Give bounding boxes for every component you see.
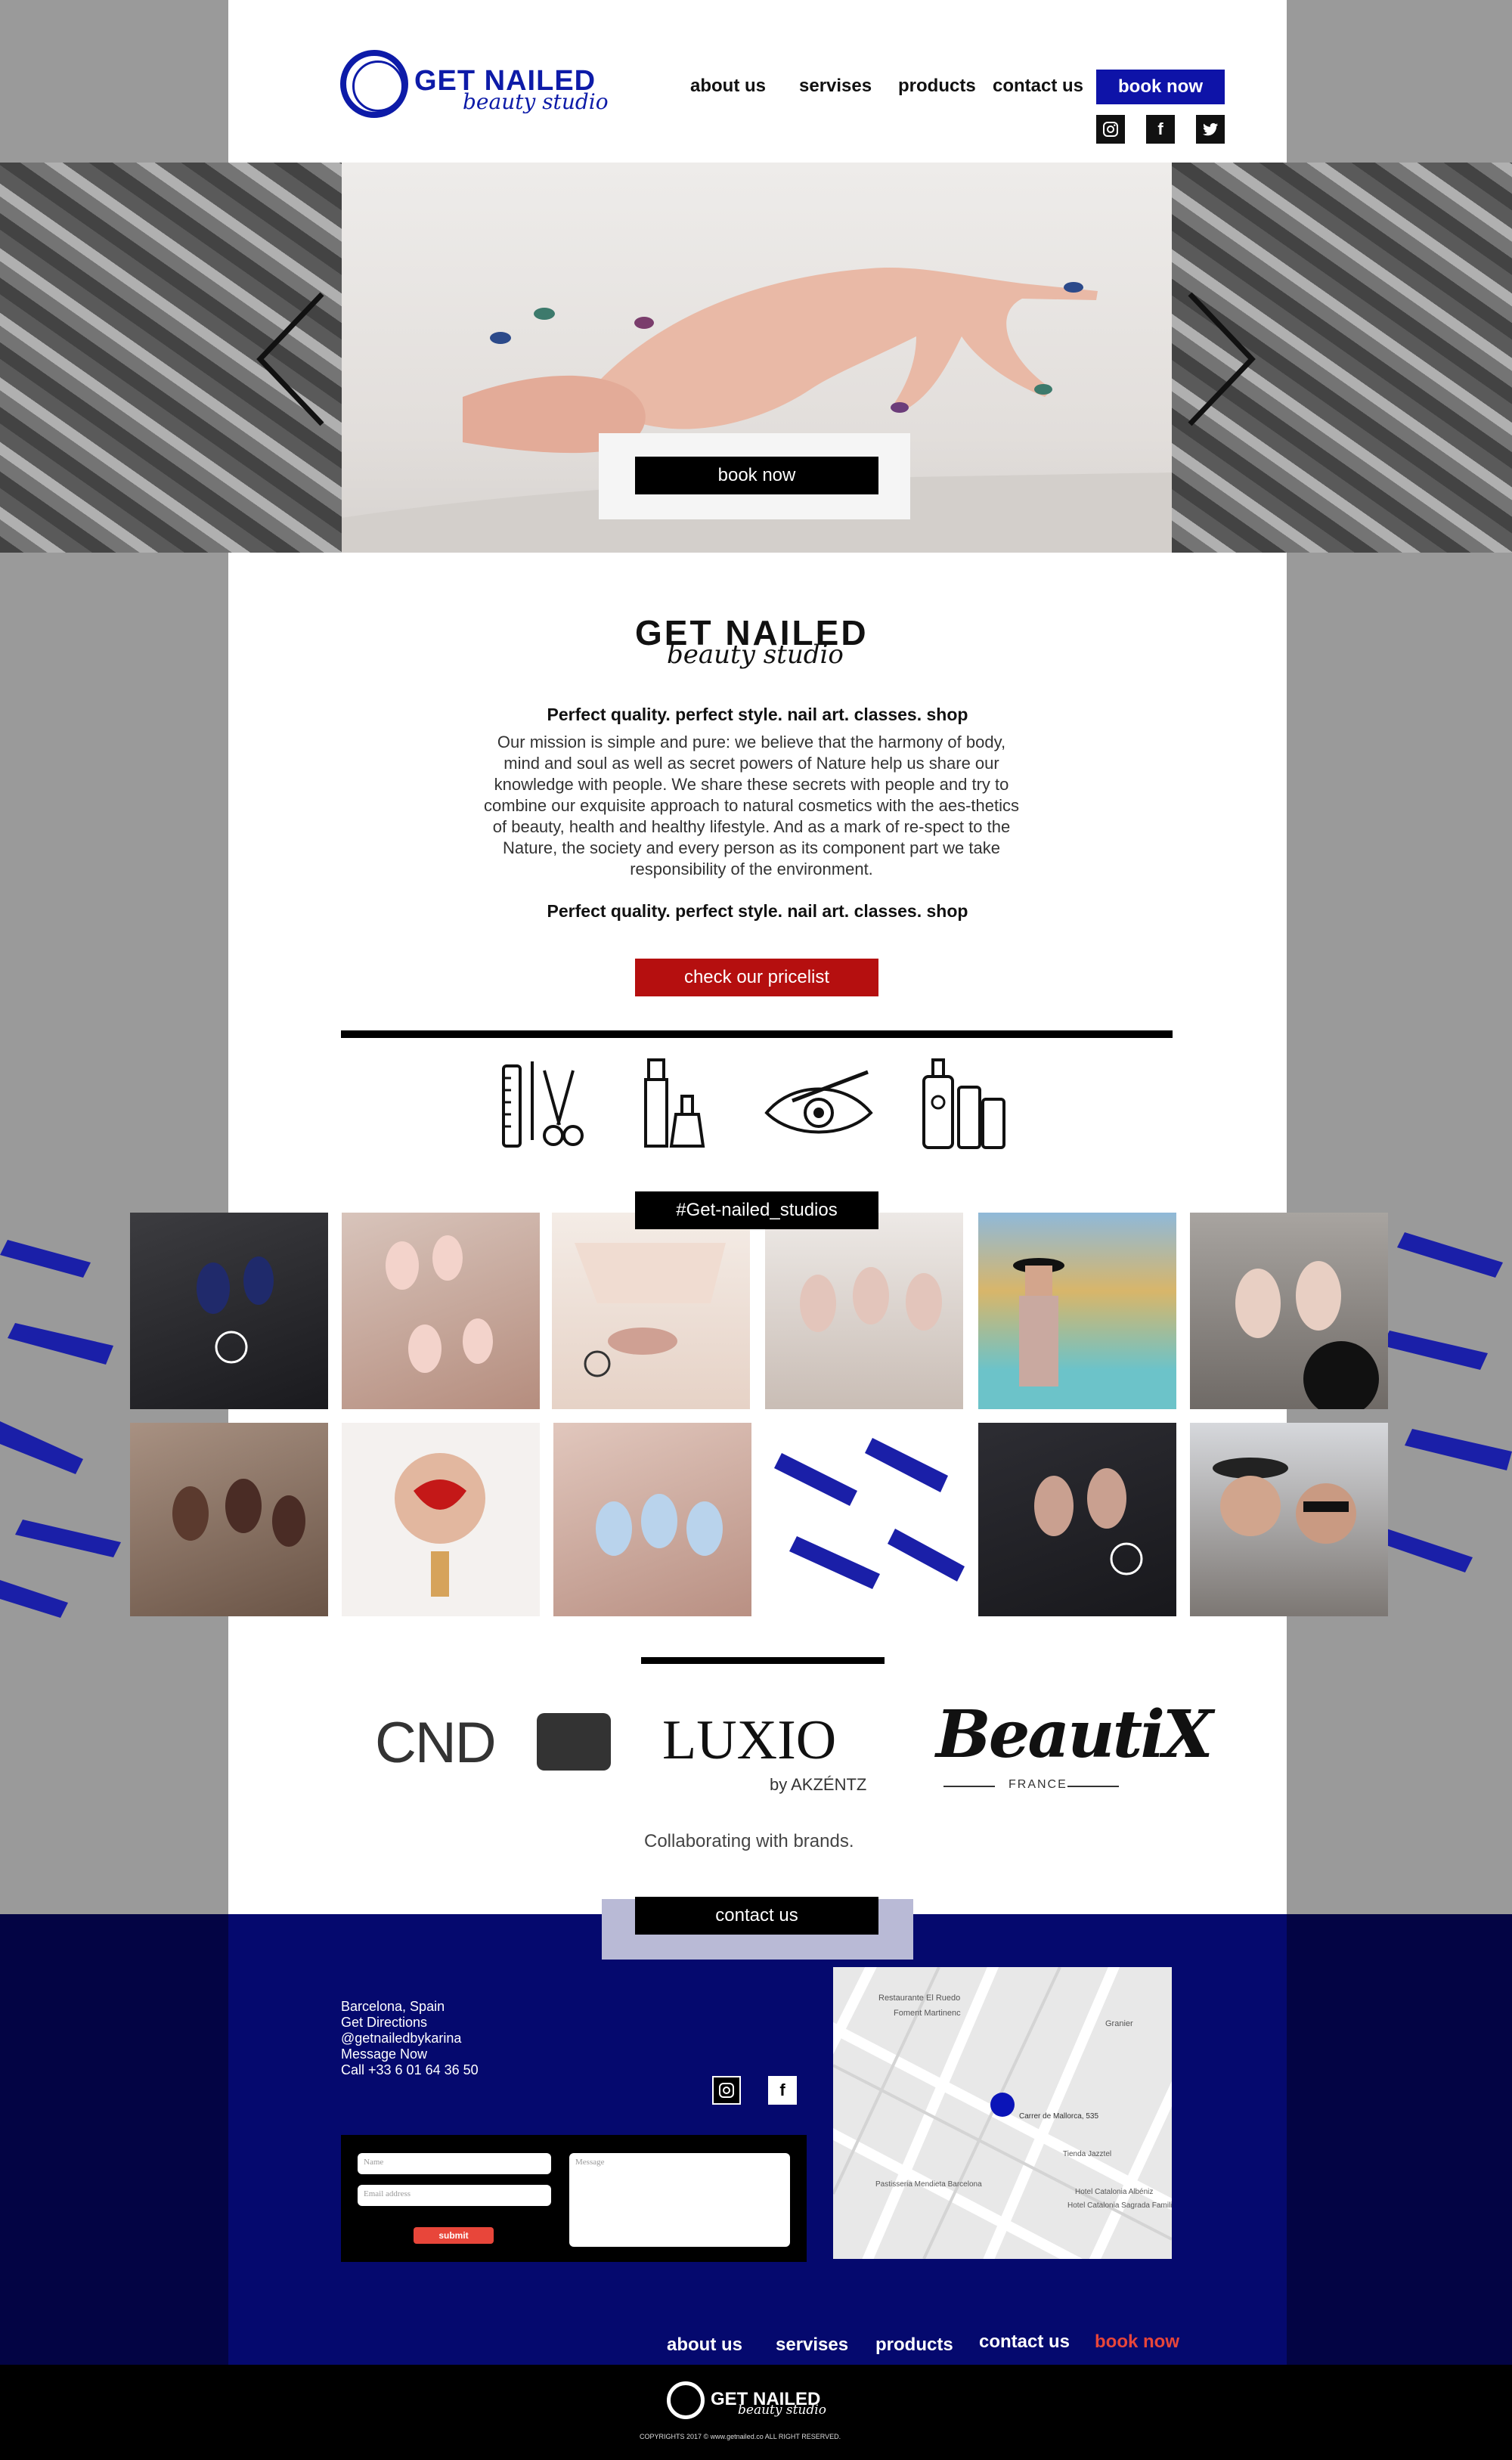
cnd-logo[interactable]: CND xyxy=(375,1710,497,1776)
eye-lash-tool-icon[interactable] xyxy=(762,1066,875,1145)
footer-nav-contact[interactable]: contact us xyxy=(979,2331,1070,2353)
gallery-photo[interactable] xyxy=(130,1423,328,1616)
carousel-next-arrow-icon[interactable] xyxy=(1184,291,1256,427)
footer-instagram-icon[interactable] xyxy=(712,2076,741,2105)
beautix-logo[interactable]: BeautiX xyxy=(936,1696,1213,1773)
facebook-icon[interactable]: f xyxy=(1146,115,1175,144)
gallery-photo[interactable] xyxy=(1190,1423,1388,1616)
about-tagline: Perfect quality. perfect style. nail art… xyxy=(547,705,968,724)
name-field[interactable]: Name xyxy=(358,2153,551,2174)
brands-caption: Collaborating with brands. xyxy=(644,1831,854,1851)
cnd-logo-mark-icon xyxy=(537,1713,611,1771)
section-divider xyxy=(341,1030,1173,1038)
mission-text: Our mission is simple and pure: we belie… xyxy=(483,733,1020,878)
contact-handle[interactable]: @getnailedbykarina xyxy=(341,2031,479,2046)
map-label: Pastisseria Mendieta Barcelona xyxy=(875,2180,982,2189)
cosmetics-bottles-icon[interactable] xyxy=(919,1057,1009,1152)
logo-ring-icon[interactable] xyxy=(340,50,408,118)
footer-facebook-icon[interactable]: f xyxy=(768,2076,797,2105)
submit-button[interactable]: submit xyxy=(414,2227,494,2244)
about-tagline-bottom: Perfect quality. perfect style. nail art… xyxy=(547,901,968,921)
nav-products[interactable]: products xyxy=(898,76,976,97)
nav-services[interactable]: servises xyxy=(799,76,872,97)
carousel-prev-arrow-icon[interactable] xyxy=(256,291,328,427)
beautix-sub: FRANCE xyxy=(1009,1778,1067,1791)
footer-side-right xyxy=(1287,1914,1512,2365)
logo-tagline: beauty studio xyxy=(463,89,609,114)
map-label: Tienda Jazztel xyxy=(1063,2150,1111,2158)
contact-city: Barcelona, Spain xyxy=(341,1999,445,2014)
footer-side-left xyxy=(0,1914,228,2365)
gallery-photo[interactable] xyxy=(1190,1213,1388,1409)
gallery-photo[interactable] xyxy=(552,1213,750,1409)
map-label: Hotel Catalonia Sagrada Familia xyxy=(1067,2201,1172,2210)
copyright: COPYRIGHTS 2017 © www.getnailed.co ALL R… xyxy=(640,2433,841,2440)
nail-tools-icon[interactable] xyxy=(499,1055,587,1152)
hero-book-now-button[interactable]: book now xyxy=(635,457,878,494)
gallery-photo[interactable] xyxy=(553,1423,751,1616)
nail-polish-bottles-icon[interactable] xyxy=(637,1055,715,1152)
contact-message-link[interactable]: Message Now xyxy=(341,2046,479,2062)
gallery-photo[interactable] xyxy=(978,1423,1176,1616)
instagram-icon[interactable] xyxy=(1096,115,1125,144)
pricelist-button[interactable]: check our pricelist xyxy=(635,959,878,996)
gallery-photo[interactable] xyxy=(342,1213,540,1409)
gallery-photo[interactable] xyxy=(978,1213,1176,1409)
email-field[interactable]: Email address xyxy=(358,2185,551,2206)
luxio-logo[interactable]: LUXIO xyxy=(662,1709,836,1773)
gallery-photo[interactable] xyxy=(342,1423,540,1616)
nav-contact[interactable]: contact us xyxy=(993,76,1083,97)
map-label: Granier xyxy=(1105,2019,1133,2028)
footer-nav-products[interactable]: products xyxy=(875,2335,953,2356)
map-label: Carrer de Mallorca, 535 xyxy=(1019,2112,1098,2121)
map-label: Foment Martinenc xyxy=(894,2009,961,2018)
nav-about[interactable]: about us xyxy=(690,76,766,97)
footer-nav-about[interactable]: about us xyxy=(667,2335,742,2356)
footer-nav-book[interactable]: book now xyxy=(1095,2331,1179,2353)
luxio-sub: by AKZÉNTZ xyxy=(770,1775,867,1794)
hashtag-label[interactable]: #Get-nailed_studios xyxy=(635,1191,878,1229)
beautix-line-left xyxy=(943,1786,995,1787)
footer-logo-ring-icon[interactable] xyxy=(667,2381,705,2419)
contact-form: Name Email address Message submit xyxy=(341,2135,807,2262)
about-logo-tagline: beauty studio xyxy=(667,640,844,670)
brands-divider xyxy=(641,1657,885,1664)
gallery-photo[interactable] xyxy=(765,1213,963,1409)
contact-phone[interactable]: Call +33 6 01 64 36 50 xyxy=(341,2062,479,2078)
location-map[interactable]: Restaurante El Ruedo Foment Martinenc Gr… xyxy=(833,1967,1172,2259)
contact-info: Barcelona, Spain Get Directions @getnail… xyxy=(341,1999,479,2078)
brush-pattern-right xyxy=(1382,1232,1512,1572)
map-label: Restaurante El Ruedo xyxy=(878,1994,960,2003)
gallery-photo[interactable] xyxy=(130,1213,328,1409)
gallery-photo[interactable] xyxy=(767,1423,965,1616)
contact-directions-link[interactable]: Get Directions xyxy=(341,2015,479,2031)
book-now-button[interactable]: book now xyxy=(1096,70,1225,104)
map-label: Hotel Catalonia Albéniz xyxy=(1075,2188,1153,2196)
beautix-line-right xyxy=(1067,1786,1119,1787)
message-field[interactable]: Message xyxy=(569,2153,790,2247)
brush-pattern-left xyxy=(0,1240,121,1618)
footer-nav-services[interactable]: servises xyxy=(776,2335,848,2356)
twitter-icon[interactable] xyxy=(1196,115,1225,144)
footer-logo-tagline: beauty studio xyxy=(738,2403,826,2418)
contact-us-button[interactable]: contact us xyxy=(635,1897,878,1935)
